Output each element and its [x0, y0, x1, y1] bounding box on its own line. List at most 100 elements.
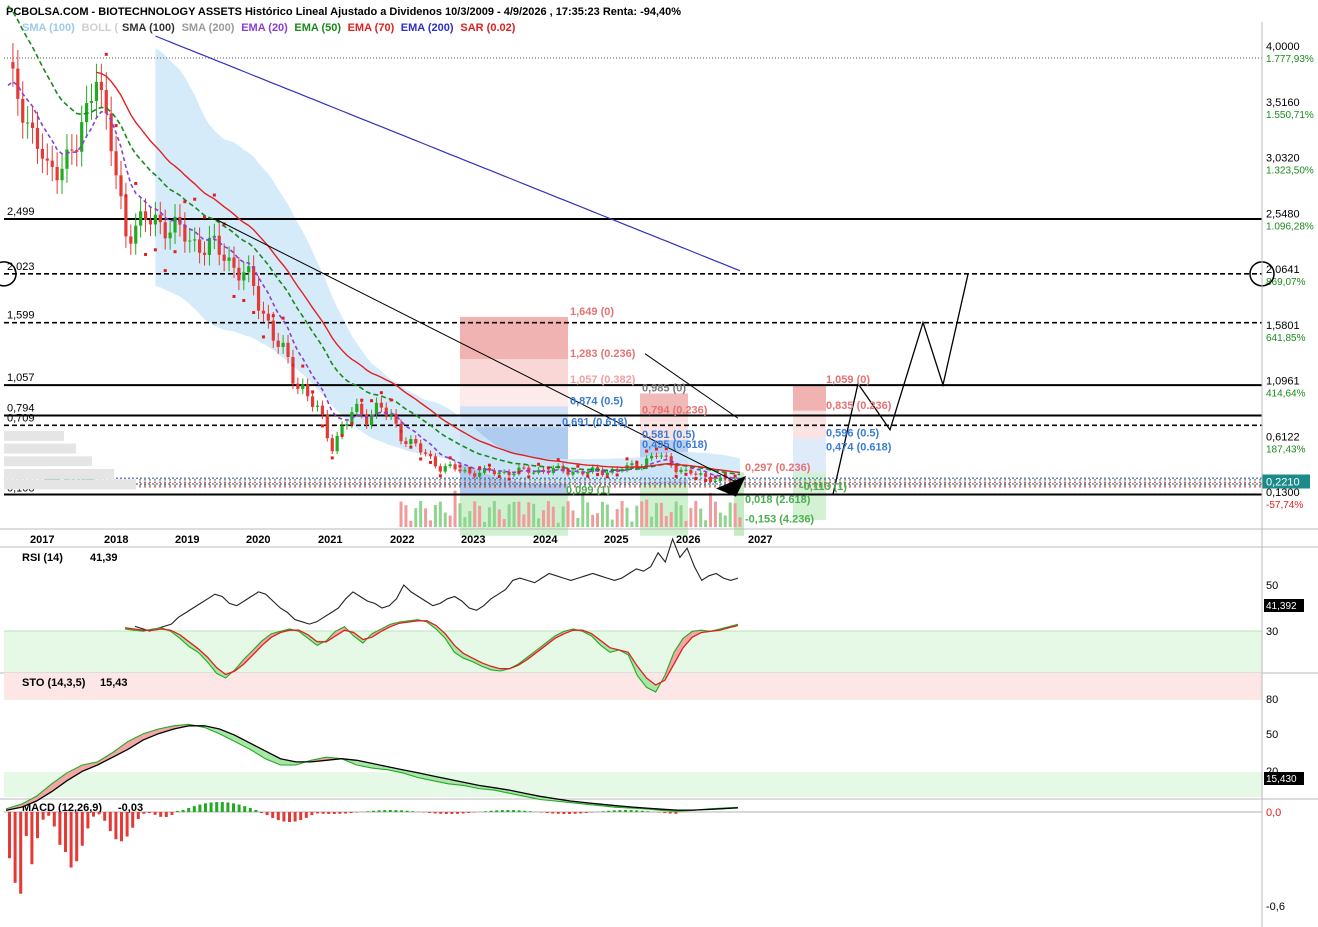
sar-dot	[468, 466, 472, 470]
volume-bar	[674, 501, 678, 527]
sar-dot	[232, 294, 236, 298]
candle-body	[365, 414, 369, 426]
volume-bar	[551, 506, 555, 527]
macd-hist-bar	[400, 810, 403, 812]
volume-bar	[704, 520, 708, 527]
macd-hist-bar	[366, 811, 370, 812]
candle-body	[404, 441, 408, 444]
rsi-title: RSI (14)	[22, 552, 63, 564]
candle-body	[26, 122, 30, 124]
macd-hist-bar	[316, 812, 319, 814]
volume-bar	[546, 501, 550, 527]
candle-body	[345, 424, 349, 426]
candle-body	[114, 151, 118, 176]
macd-hist-bar	[30, 812, 34, 865]
legend-item: SMA (100)	[122, 22, 175, 34]
macd-hist-bar	[551, 812, 555, 814]
price-tick: 0,1300	[1266, 487, 1300, 499]
candle-body	[394, 413, 398, 424]
macd-hist-bar	[433, 812, 437, 814]
candle-body	[60, 168, 64, 181]
macd-hist-bar	[428, 812, 431, 813]
macd-hist-bar	[226, 802, 230, 812]
volume-bar	[512, 501, 516, 527]
legend-item: EMA (70)	[348, 22, 395, 34]
macd-hist-bar	[556, 812, 560, 814]
volume-bar	[537, 518, 541, 527]
sar-dot	[704, 478, 708, 482]
macd-hist-bar	[321, 812, 325, 814]
candle-body	[202, 252, 207, 255]
macd-hist-bar	[646, 811, 650, 812]
macd-hist-bar	[120, 812, 123, 842]
volume-bar	[659, 502, 663, 527]
sar-dot	[212, 193, 216, 197]
candle-body	[266, 313, 270, 321]
candle-body	[153, 214, 157, 225]
volume-bar	[586, 502, 590, 527]
volume-bar	[694, 501, 698, 527]
chart-title: PCBOLSA.COM - BIOTECHNOLOGY ASSETS Histó…	[6, 6, 681, 18]
fib-label: 0,835 (0.236)	[826, 400, 892, 412]
legend-item: SAR (0.02)	[460, 22, 515, 34]
volume-bar	[571, 510, 575, 527]
fib-label: 0,018 (2.618)	[745, 494, 811, 506]
macd-hist-bar	[108, 812, 112, 832]
volume-bar	[433, 504, 437, 527]
macd-hist-bar	[450, 812, 454, 814]
macd-hist-bar	[237, 804, 241, 812]
volume-bar	[713, 501, 717, 527]
price-tick: 2,5480	[1266, 208, 1300, 220]
candle-body	[306, 384, 310, 397]
candle-body	[423, 452, 428, 454]
volume-bar	[561, 506, 565, 527]
candle-body	[532, 472, 536, 474]
macd-hist-bar	[220, 802, 224, 812]
sar-dot	[350, 421, 354, 425]
macd-hist-bar	[187, 807, 191, 812]
volume-bar	[635, 505, 639, 527]
candle-body	[242, 272, 246, 281]
volume-bar	[709, 492, 713, 527]
price-tick: 3,5160	[1266, 97, 1300, 109]
macd-hist-bar	[41, 812, 45, 820]
level-label: 1,599	[7, 310, 35, 322]
sar-dot	[183, 200, 187, 204]
candle-body	[468, 469, 472, 474]
macd-hist-bar	[299, 812, 303, 821]
candle-body	[704, 473, 708, 477]
volume-bar	[654, 503, 658, 527]
candle-body	[11, 62, 15, 69]
candle-body	[473, 473, 477, 477]
candle-body	[70, 149, 74, 151]
macd-tick-neg: -0,6	[1266, 901, 1285, 913]
volume-bar	[591, 514, 595, 527]
sar-dot	[370, 399, 374, 403]
fib-label: 1,059 (0)	[826, 374, 870, 386]
macd-hist-bar	[601, 811, 605, 812]
sto-tick-80: 80	[1266, 694, 1278, 706]
sar-dot	[615, 473, 619, 477]
sar-dot	[379, 391, 383, 395]
fib-zone	[460, 359, 568, 386]
candle-body	[463, 469, 467, 472]
volume-bar	[576, 517, 580, 527]
candle-body	[355, 403, 359, 413]
volume-bar	[645, 499, 649, 527]
sar-dot	[674, 474, 678, 478]
fib-label: 0,596 (0.5)	[826, 427, 880, 439]
candle-body	[335, 435, 339, 452]
candle-body	[158, 214, 162, 223]
fib-label: -0,113 (1)	[800, 481, 847, 493]
volume-bar	[630, 521, 634, 527]
year-tick: 2021	[318, 534, 342, 546]
volume-bar	[468, 511, 472, 527]
macd-hist-bar	[506, 810, 510, 812]
sar-dot	[242, 298, 246, 302]
price-tick: 1,0961	[1266, 376, 1300, 388]
price-tick-pct: 414,64%	[1266, 389, 1306, 400]
macd-hist-bar	[114, 812, 118, 840]
candle-body	[438, 466, 442, 472]
sar-dot	[527, 475, 531, 479]
candle-body	[188, 240, 192, 242]
